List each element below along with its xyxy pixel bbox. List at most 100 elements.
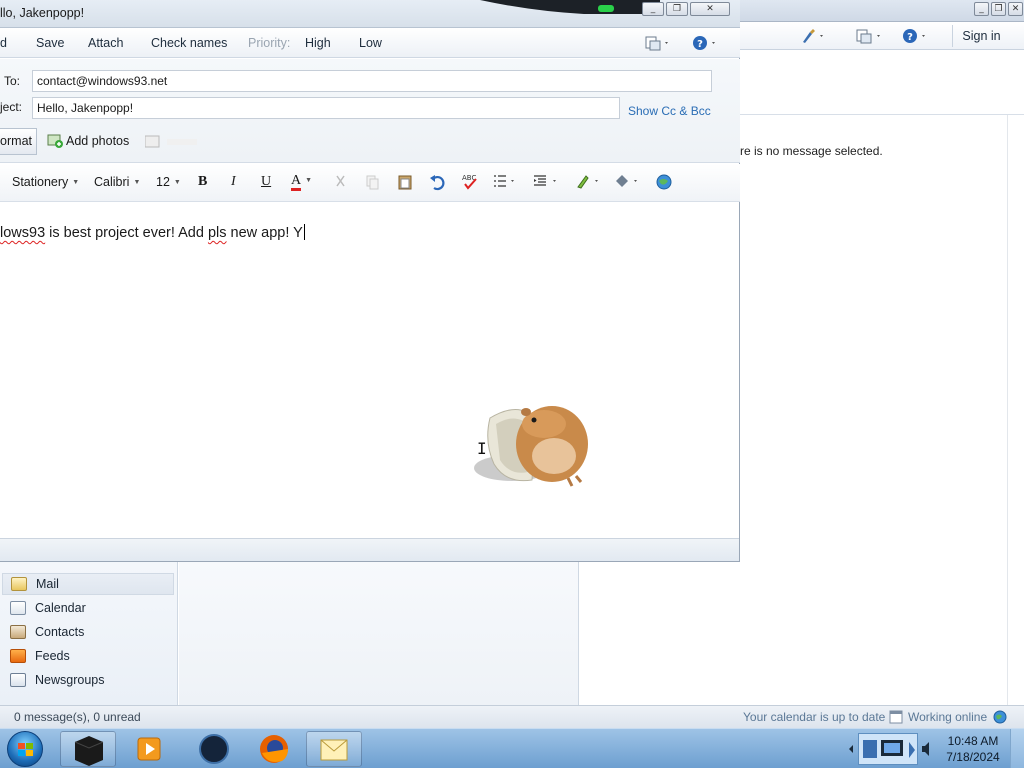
nav-item-contacts[interactable]: Contacts xyxy=(2,621,174,643)
layout-menu-icon[interactable] xyxy=(645,35,673,54)
media-player-icon xyxy=(137,737,161,761)
taskbar-app-media[interactable] xyxy=(122,731,178,767)
compose-bottom-border xyxy=(0,538,739,561)
stationery-dropdown[interactable]: Stationery ▼ xyxy=(12,175,79,189)
undo-icon[interactable] xyxy=(429,173,445,194)
message-body[interactable]: lows93 is best project ever! Add pls new… xyxy=(0,203,739,538)
compose-maximize-button[interactable]: ❐ xyxy=(666,2,688,16)
volume-icon[interactable] xyxy=(920,739,934,759)
send-button[interactable]: d xyxy=(0,36,7,50)
paste-icon[interactable] xyxy=(398,174,412,193)
nav-item-feeds[interactable]: Feeds xyxy=(2,645,174,667)
priority-high-button[interactable]: High xyxy=(305,36,331,50)
main-window-controls: _ ❐ ✕ xyxy=(974,2,1023,16)
online-status: Working online xyxy=(908,710,988,724)
restore-button[interactable]: ❐ xyxy=(991,2,1006,16)
tray-arrow-icon[interactable] xyxy=(846,737,856,761)
list-icon[interactable] xyxy=(493,174,517,191)
taskbar: 10:48 AM 7/18/2024 xyxy=(0,728,1024,768)
copy-icon[interactable] xyxy=(366,174,380,193)
status-bar: 0 message(s), 0 unread Your calendar is … xyxy=(0,705,1024,728)
nav-item-label: Newsgroups xyxy=(35,673,105,687)
mail-app-icon xyxy=(320,739,348,761)
nav-pane: Mail Calendar Contacts Feeds Newsgroups xyxy=(0,562,178,705)
insert-layout-icon[interactable] xyxy=(144,135,205,152)
compose-toolbar: d Save Attach Check names Priority: High… xyxy=(0,28,740,58)
clock[interactable]: 10:48 AM 7/18/2024 xyxy=(940,733,1006,765)
font-dropdown[interactable]: Calibri ▼ xyxy=(94,175,140,189)
compose-window-controls: _ ❐ ✕ xyxy=(642,2,730,16)
taskbar-app-firefox[interactable] xyxy=(246,731,302,767)
glass-glow-decoration xyxy=(480,0,660,14)
attach-button[interactable]: Attach xyxy=(88,36,123,50)
compose-window-title: llo, Jakenpopp! xyxy=(0,6,85,20)
close-button[interactable]: ✕ xyxy=(1008,2,1023,16)
start-button[interactable] xyxy=(7,731,43,767)
indent-icon[interactable] xyxy=(533,174,559,191)
no-message-text: re is no message selected. xyxy=(740,144,883,158)
format-tab[interactable]: ormat xyxy=(0,128,37,155)
message-body-text[interactable]: lows93 is best project ever! Add pls new… xyxy=(0,224,305,241)
nav-item-label: Calendar xyxy=(35,601,86,615)
clock-date: 7/18/2024 xyxy=(946,750,1000,764)
cut-icon[interactable] xyxy=(334,174,348,193)
compose-help-icon[interactable]: ? xyxy=(692,35,720,54)
spelling-icon[interactable]: ABC xyxy=(461,172,479,193)
add-photos-label: Add photos xyxy=(66,134,130,148)
priority-low-button[interactable]: Low xyxy=(359,36,382,50)
nav-item-mail[interactable]: Mail xyxy=(2,573,174,595)
highlighter-icon[interactable] xyxy=(575,173,601,192)
message-count: 0 message(s), 0 unread xyxy=(14,710,141,724)
nav-item-label: Contacts xyxy=(35,625,85,639)
newsgroups-icon xyxy=(10,673,26,687)
sign-in-button[interactable]: Sign in xyxy=(952,25,1010,47)
show-cc-bcc-link[interactable]: Show Cc & Bcc xyxy=(628,104,711,118)
background-color-icon[interactable] xyxy=(614,173,642,192)
windows-logo-icon xyxy=(18,743,33,756)
compose-close-button[interactable]: ✕ xyxy=(690,2,730,16)
font-color-button[interactable]: A ▼ xyxy=(291,173,312,191)
minimize-button[interactable]: _ xyxy=(974,2,989,16)
reading-pane-scrollbar[interactable] xyxy=(1007,115,1024,705)
font-label: Calibri xyxy=(94,175,130,189)
taskbar-app-mail[interactable] xyxy=(306,731,362,767)
underline-button[interactable]: U xyxy=(261,174,271,190)
compose-minimize-button[interactable]: _ xyxy=(642,2,664,16)
taskbar-app-cube[interactable] xyxy=(60,731,116,767)
to-label: To: xyxy=(4,74,21,88)
mail-icon xyxy=(11,577,27,591)
help-icon[interactable]: ? xyxy=(902,28,930,47)
clock-time: 10:48 AM xyxy=(947,734,999,748)
hyperlink-icon[interactable] xyxy=(655,173,673,194)
message-header-area xyxy=(740,50,1024,115)
text-caret xyxy=(303,224,305,240)
firefox-icon xyxy=(260,735,288,763)
svg-text:?: ? xyxy=(697,39,703,50)
calendar-icon xyxy=(10,601,26,615)
body-text-middle: is best project ever! Add xyxy=(45,225,208,241)
bold-button[interactable]: B xyxy=(198,174,207,190)
text-cursor-icon: I xyxy=(477,439,487,458)
cube-app-icon xyxy=(74,736,104,766)
show-desktop-button[interactable] xyxy=(1010,729,1024,768)
subject-label: ject: xyxy=(0,100,23,114)
layout-icon[interactable] xyxy=(856,28,884,47)
paint-brush-icon[interactable] xyxy=(800,28,826,47)
nav-item-label: Mail xyxy=(36,577,59,591)
taskbar-app-globe[interactable] xyxy=(186,731,242,767)
priority-label: Priority: xyxy=(248,36,291,50)
check-names-button[interactable]: Check names xyxy=(151,36,227,50)
add-photos-button[interactable]: Add photos xyxy=(47,134,129,148)
calendar-status-icon xyxy=(889,710,903,724)
font-size-dropdown[interactable]: 12 ▼ xyxy=(156,175,181,189)
italic-button[interactable]: I xyxy=(231,174,236,190)
tray-network-icon[interactable] xyxy=(858,733,918,765)
message-list-pane xyxy=(179,562,579,705)
subject-field[interactable] xyxy=(32,97,620,119)
save-button[interactable]: Save xyxy=(36,36,65,50)
add-photo-icon xyxy=(47,134,63,148)
to-field[interactable] xyxy=(32,70,712,92)
nav-item-calendar[interactable]: Calendar xyxy=(2,597,174,619)
nav-item-newsgroups[interactable]: Newsgroups xyxy=(2,669,174,691)
compose-title-bar[interactable]: llo, Jakenpopp! _ ❐ ✕ xyxy=(0,0,740,28)
